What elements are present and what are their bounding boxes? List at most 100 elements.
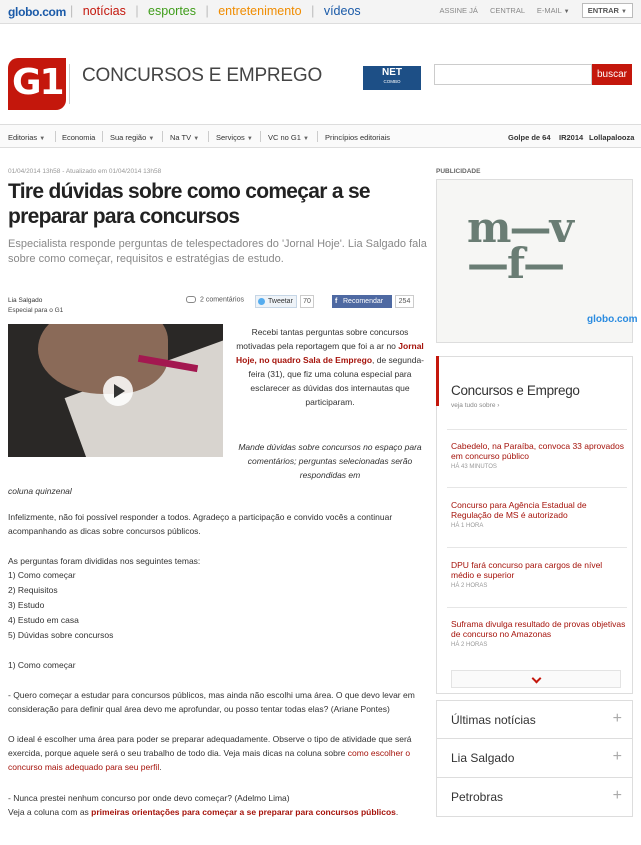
- tweet-count: 70: [300, 295, 314, 308]
- first-guidelines-link[interactable]: primeiras orientações para começar a se …: [91, 807, 396, 817]
- news-time: HÁ 2 HORAS: [451, 642, 488, 648]
- trend-lollapalooza[interactable]: Lollapalooza: [589, 133, 634, 142]
- plus-icon: +: [612, 787, 622, 804]
- news-title: Cabedelo, na Paraíba, convoca 33 aprovad…: [451, 441, 624, 461]
- global-link-noticias[interactable]: notícias: [83, 4, 126, 18]
- nav-item-principios[interactable]: Princípios editoriais: [325, 133, 390, 142]
- search-button[interactable]: buscar: [592, 64, 632, 85]
- answer-1-end: .: [159, 762, 162, 772]
- nav-item-na-tv[interactable]: Na TV ▼: [170, 133, 199, 142]
- facebook-icon: f: [335, 298, 338, 305]
- site-header: G1 CONCURSOS E EMPREGO NET COMBO buscar: [0, 24, 641, 124]
- news-title: Concurso para Agência Estadual de Regula…: [451, 500, 587, 520]
- more-news-chevron-down-icon[interactable]: [451, 670, 621, 688]
- section-title[interactable]: CONCURSOS E EMPREGO: [82, 65, 322, 87]
- accordion-lia-salgado[interactable]: Lia Salgado +: [436, 739, 633, 778]
- topic-list-item: 2) Requisitos: [8, 585, 58, 595]
- news-title: Suframa divulga resultado de provas obje…: [451, 619, 626, 639]
- account-links: ASSINE JÁ CENTRAL E-MAIL ▼ ENTRAR ▼: [430, 3, 633, 18]
- global-nav-divider: |: [70, 4, 74, 18]
- nav-item-sua-regiao[interactable]: Sua região ▼: [110, 133, 154, 142]
- comments-link[interactable]: 2 comentários: [186, 296, 244, 303]
- tweet-button[interactable]: Tweetar: [255, 295, 297, 308]
- net-ad-sub: COMBO: [383, 79, 401, 84]
- intro-text-1: Recebi tantas perguntas sobre concursos …: [236, 327, 409, 351]
- answer-2-end: .: [395, 807, 399, 817]
- news-item[interactable]: DPU fará concurso para cargos de nível m…: [451, 560, 626, 589]
- author-block: Lia Salgado Especial para o G1: [8, 296, 63, 316]
- global-link-entretenimento[interactable]: entretenimento: [218, 4, 301, 18]
- subscribe-link[interactable]: ASSINE JÁ: [440, 6, 478, 15]
- nav-item-label: VC no G1: [268, 133, 301, 142]
- ad-artwork-line: —f—: [467, 239, 565, 288]
- tweet-label: Tweetar: [268, 298, 293, 305]
- comment-icon: [186, 296, 196, 303]
- box-accent-bar: [436, 356, 439, 406]
- globo-brand-link[interactable]: globo.com: [8, 5, 66, 19]
- net-combo-ad[interactable]: NET COMBO: [363, 66, 421, 90]
- central-link[interactable]: CENTRAL: [490, 6, 525, 15]
- twitter-bird-icon: [258, 298, 265, 305]
- trend-golpe-64[interactable]: Golpe de 64: [508, 133, 551, 142]
- global-nav-divider: |: [205, 4, 209, 18]
- callout-quote-tail: coluna quinzenal: [8, 486, 72, 496]
- global-link-esportes[interactable]: esportes: [148, 4, 196, 18]
- chevron-down-icon: ▼: [246, 136, 253, 142]
- news-time: HÁ 1 HORA: [451, 523, 484, 529]
- accordion-ultimas-noticias[interactable]: Últimas notícias +: [436, 700, 633, 739]
- nav-item-vc-no-g1[interactable]: VC no G1 ▼: [268, 133, 309, 142]
- login-button[interactable]: ENTRAR ▼: [581, 3, 633, 18]
- nav-divider: [162, 131, 163, 142]
- nav-item-servicos[interactable]: Serviços ▼: [216, 133, 253, 142]
- global-nav-divider: |: [311, 4, 315, 18]
- author-name[interactable]: Lia Salgado: [8, 297, 42, 304]
- fb-label: Recomendar: [343, 298, 384, 305]
- author-role: Especial para o G1: [8, 307, 64, 314]
- plus-icon: +: [612, 710, 622, 727]
- email-link-label: E-MAIL: [536, 6, 562, 15]
- global-link-videos[interactable]: vídeos: [324, 4, 361, 18]
- news-divider: [447, 607, 627, 608]
- chevron-down-icon: ▼: [39, 136, 46, 142]
- nav-divider: [102, 131, 103, 142]
- login-button-label: ENTRAR: [587, 6, 619, 15]
- question-1: - Quero começar a estudar para concursos…: [8, 688, 428, 716]
- topics-intro: As perguntas foram divididas nos seguint…: [8, 556, 201, 566]
- play-icon[interactable]: [103, 376, 133, 406]
- article-subtitle: Especialista responde perguntas de teles…: [8, 238, 427, 265]
- see-all-link[interactable]: veja tudo sobre ›: [451, 402, 499, 409]
- g1-logo-text: G1: [12, 62, 65, 103]
- facebook-recommend-button[interactable]: f Recomendar: [332, 295, 392, 308]
- paragraph-thanks: Infelizmente, não foi possível responder…: [8, 512, 393, 536]
- g1-logo[interactable]: G1: [8, 58, 66, 110]
- email-link[interactable]: E-MAIL ▼: [537, 6, 570, 15]
- nav-item-label: Na TV: [170, 133, 192, 142]
- intro-paragraph: Recebi tantas perguntas sobre concursos …: [234, 325, 426, 409]
- global-nav: | notícias | esportes | entretenimento |…: [70, 4, 367, 18]
- question-2-text: - Nunca prestei nenhum concurso por onde…: [8, 793, 232, 803]
- article-headline: Tire dúvidas sobre como começar a se pre…: [8, 180, 371, 228]
- video-player[interactable]: [8, 324, 223, 457]
- answer-1: O ideal é escolher uma área para poder s…: [8, 732, 428, 774]
- nav-item-editorias[interactable]: Editorias ▼: [8, 133, 45, 142]
- concursos-news-box: Concursos e Emprego veja tudo sobre › Ca…: [436, 356, 633, 694]
- answer-2-text: Veja a coluna com as: [8, 807, 92, 817]
- chevron-down-icon: ▼: [303, 136, 309, 142]
- nav-item-label: Sua região: [110, 133, 147, 142]
- nav-divider: [260, 131, 261, 142]
- accordion-petrobras[interactable]: Petrobras +: [436, 778, 633, 817]
- search-input[interactable]: [434, 64, 592, 85]
- sidebar-ad[interactable]: m—v —f— globo.com: [436, 179, 638, 343]
- box-title[interactable]: Concursos e Emprego: [451, 383, 580, 398]
- section-heading: 1) Como começar: [8, 660, 76, 670]
- news-item[interactable]: Suframa divulga resultado de provas obje…: [451, 619, 626, 648]
- ad-label: PUBLICIDADE: [436, 168, 481, 175]
- news-item[interactable]: Cabedelo, na Paraíba, convoca 33 aprovad…: [451, 441, 626, 470]
- topic-list-item: 1) Como começar: [8, 570, 76, 580]
- nav-item-economia[interactable]: Economia: [62, 133, 95, 142]
- accordion-label: Lia Salgado: [451, 751, 515, 765]
- news-item[interactable]: Concurso para Agência Estadual de Regula…: [451, 500, 626, 529]
- comments-count: 2 comentários: [200, 296, 244, 304]
- news-time: HÁ 2 HORAS: [451, 583, 488, 589]
- trend-ir2014[interactable]: IR2014: [559, 133, 583, 142]
